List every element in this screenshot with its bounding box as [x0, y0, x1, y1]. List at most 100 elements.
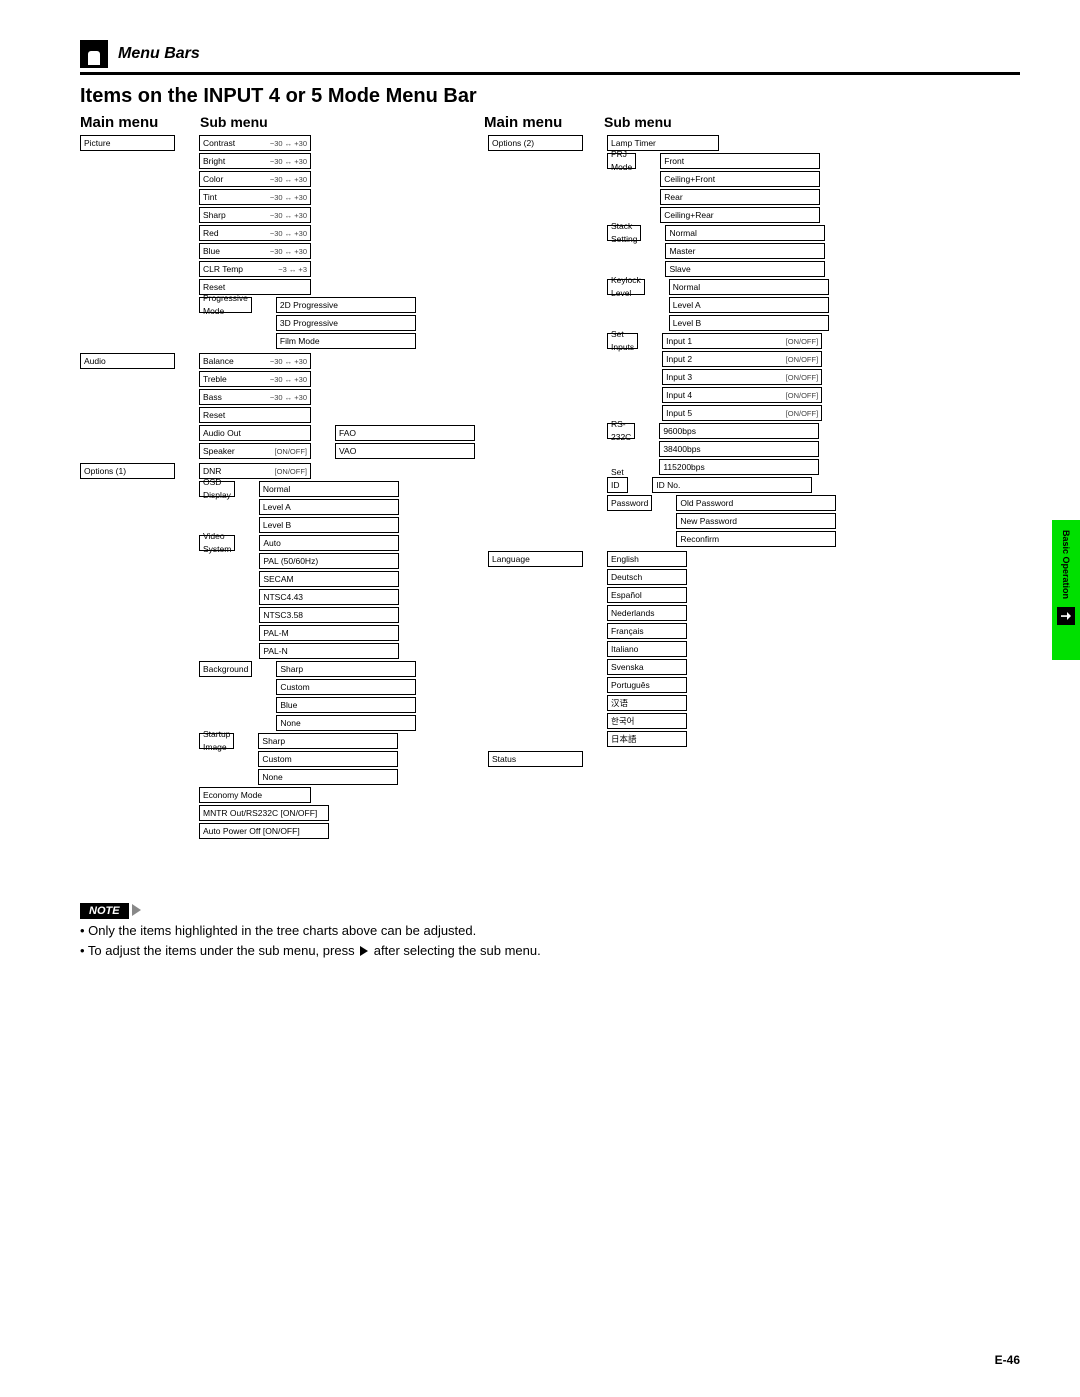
stack-slave: Slave [665, 261, 825, 277]
prog-3d: 3D Progressive [276, 315, 416, 331]
sub-red: Red−30 ↔ +30 [199, 225, 311, 241]
su-none: None [258, 769, 398, 785]
osd-levela: Level A [259, 499, 399, 515]
kl-normal: Normal [669, 279, 829, 295]
osd-normal: Normal [259, 481, 399, 497]
note-badge: NOTE [80, 903, 129, 919]
bg-custom: Custom [276, 679, 416, 695]
sub-rs232c: RS-232C [607, 423, 635, 439]
lang-ja: 日本語 [607, 731, 687, 747]
prj-cfront: Ceiling+Front [660, 171, 820, 187]
page-number: E-46 [995, 1353, 1020, 1367]
lang-fr: Français [607, 623, 687, 639]
sub-sharp: Sharp−30 ↔ +30 [199, 207, 311, 223]
kl-levela: Level A [669, 297, 829, 313]
pw-old: Old Password [676, 495, 836, 511]
lang-ko: 한국어 [607, 713, 687, 729]
sub-videosystem: Video System [199, 535, 235, 551]
kl-levelb: Level B [669, 315, 829, 331]
sub-color: Color−30 ↔ +30 [199, 171, 311, 187]
bg-blue: Blue [276, 697, 416, 713]
in-2: Input 2[ON/OFF] [662, 351, 822, 367]
lang-it: Italiano [607, 641, 687, 657]
sub-progressive: Progressive Mode [199, 297, 252, 313]
section-title: Items on the INPUT 4 or 5 Mode Menu Bar [80, 85, 1020, 108]
in-4: Input 4[ON/OFF] [662, 387, 822, 403]
play-icon [360, 946, 368, 956]
main-picture: Picture [80, 135, 175, 151]
side-tab-label: Basic Operation [1061, 530, 1071, 599]
pointer-icon [1057, 607, 1075, 625]
note-arrow-icon [132, 904, 141, 916]
sub-menu-header-1: Sub menu [200, 114, 480, 131]
vs-ntsc443: NTSC4.43 [259, 589, 399, 605]
pw-reconfirm: Reconfirm [676, 531, 836, 547]
sub-startup: Startup Image [199, 733, 234, 749]
lang-nl: Nederlands [607, 605, 687, 621]
sub-treble: Treble−30 ↔ +30 [199, 371, 311, 387]
prj-rear: Rear [660, 189, 820, 205]
lang-en: English [607, 551, 687, 567]
sub-contrast: Contrast−30 ↔ +30 [199, 135, 311, 151]
main-menu-header-2: Main menu [484, 114, 604, 131]
id-no: ID No. [652, 477, 812, 493]
su-custom: Custom [258, 751, 398, 767]
header-rule [80, 72, 1020, 75]
audioout-vao: VAO [335, 443, 475, 459]
vs-pal: PAL (50/60Hz) [259, 553, 399, 569]
sub-tint: Tint−30 ↔ +30 [199, 189, 311, 205]
bg-sharp: Sharp [276, 661, 416, 677]
sub-reset-audio: Reset [199, 407, 311, 423]
sub-setinputs: Set Inputs [607, 333, 638, 349]
vs-palm: PAL-M [259, 625, 399, 641]
menu-bars-icon [80, 40, 108, 68]
su-sharp: Sharp [258, 733, 398, 749]
side-tab: Basic Operation [1052, 520, 1080, 660]
bg-none: None [276, 715, 416, 731]
sub-bright: Bright−30 ↔ +30 [199, 153, 311, 169]
sub-balance: Balance−30 ↔ +30 [199, 353, 311, 369]
rs-9600: 9600bps [659, 423, 819, 439]
in-1: Input 1[ON/OFF] [662, 333, 822, 349]
note-line-1: • Only the items highlighted in the tree… [80, 921, 1020, 941]
sub-bass: Bass−30 ↔ +30 [199, 389, 311, 405]
sub-speaker: Speaker[ON/OFF] [199, 443, 311, 459]
column-headers: Main menu Sub menu Main menu Sub menu [80, 114, 1020, 131]
sub-setid: Set ID No. [607, 477, 628, 493]
vs-auto: Auto [259, 535, 399, 551]
sub-menu-header-2: Sub menu [604, 114, 824, 131]
eco-mntr: MNTR Out/RS232C [ON/OFF] [199, 805, 329, 821]
sub-stack: Stack Setting [607, 225, 641, 241]
sub-keylock: Keylock Level [607, 279, 645, 295]
prog-2d: 2D Progressive [276, 297, 416, 313]
vs-ntsc358: NTSC3.58 [259, 607, 399, 623]
stack-master: Master [665, 243, 825, 259]
note-line-2: • To adjust the items under the sub menu… [80, 941, 1020, 961]
vs-secam: SECAM [259, 571, 399, 587]
audioout-fao: FAO [335, 425, 475, 441]
in-5: Input 5[ON/OFF] [662, 405, 822, 421]
prj-crear: Ceiling+Rear [660, 207, 820, 223]
main-options1: Options (1) [80, 463, 175, 479]
pw-new: New Password [676, 513, 836, 529]
sub-password: Password [607, 495, 652, 511]
header-title: Menu Bars [118, 45, 200, 63]
sub-audioout: Audio Out [199, 425, 311, 441]
sub-clrtemp: CLR Temp−3 ↔ +3 [199, 261, 311, 277]
lang-es: Español [607, 587, 687, 603]
in-3: Input 3[ON/OFF] [662, 369, 822, 385]
sub-blue: Blue−30 ↔ +30 [199, 243, 311, 259]
lang-zh: 汉语 [607, 695, 687, 711]
main-status: Status [488, 751, 583, 767]
main-audio: Audio [80, 353, 175, 369]
rs-38400: 38400bps [659, 441, 819, 457]
lang-de: Deutsch [607, 569, 687, 585]
rs-115200: 115200bps [659, 459, 819, 475]
main-menu-header-1: Main menu [80, 114, 200, 131]
sub-background: Background [199, 661, 252, 677]
sub-osd: OSD Display [199, 481, 235, 497]
main-language: Language [488, 551, 583, 567]
sub-prjmode: PRJ Mode [607, 153, 636, 169]
lang-sv: Svenska [607, 659, 687, 675]
prog-film: Film Mode [276, 333, 416, 349]
